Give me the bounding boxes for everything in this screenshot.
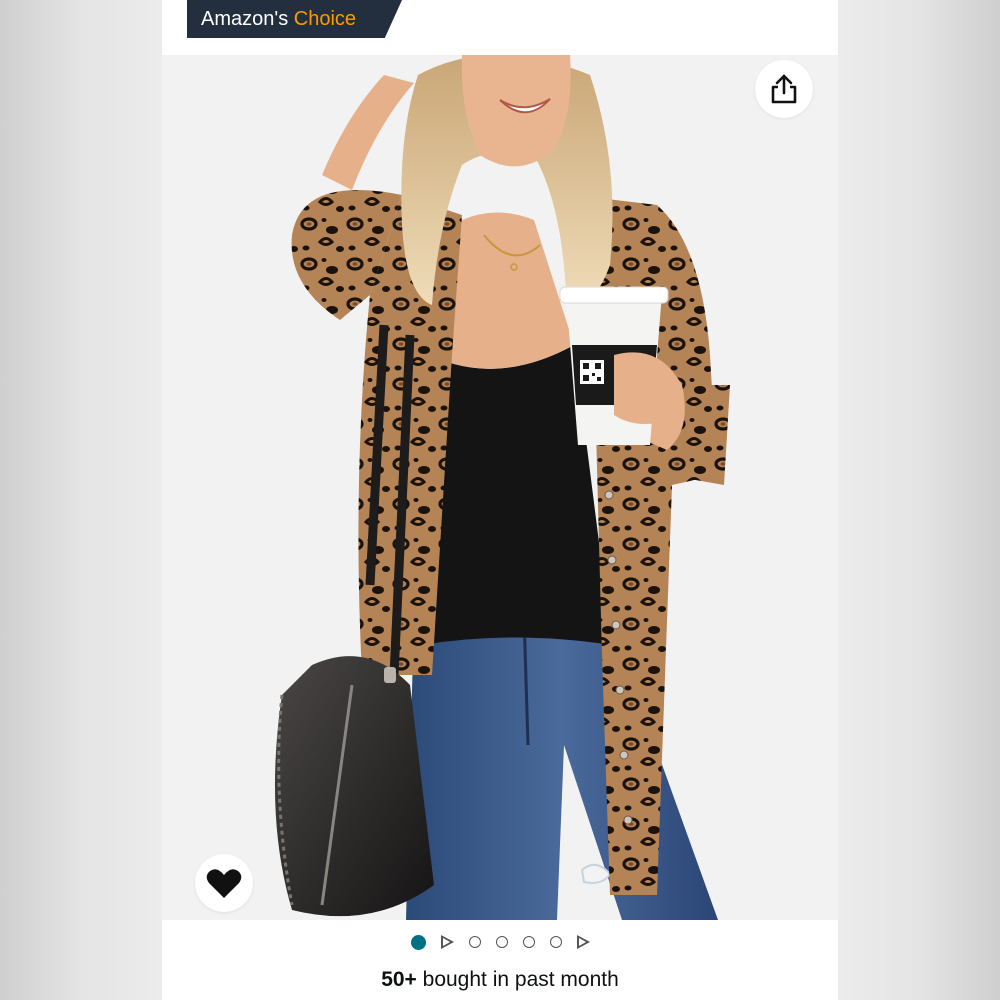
carousel-dot-active[interactable] xyxy=(410,934,426,950)
video-indicator-icon[interactable] xyxy=(440,935,454,949)
purchase-count-label: bought in past month xyxy=(416,968,619,991)
purchase-count: 50+ xyxy=(381,968,417,991)
badge-prefix: Amazon's xyxy=(201,7,289,30)
amazons-choice-badge: Amazon's Choice xyxy=(187,0,402,38)
badge-highlight: Choice xyxy=(293,7,357,30)
carousel-dot[interactable] xyxy=(468,936,481,948)
share-button[interactable] xyxy=(755,60,813,118)
carousel-dot[interactable] xyxy=(549,936,562,948)
heart-icon xyxy=(206,869,242,898)
carousel-dot[interactable] xyxy=(522,936,535,948)
product-image[interactable] xyxy=(162,55,838,920)
wishlist-button[interactable] xyxy=(195,854,253,912)
product-page: Amazon's Choice 50+ bought in past month xyxy=(162,0,838,1000)
share-icon xyxy=(771,74,797,104)
purchase-count-text: 50+ bought in past month xyxy=(162,968,838,992)
carousel-dot[interactable] xyxy=(495,936,508,948)
carousel-indicators xyxy=(162,930,838,954)
video-indicator-icon[interactable] xyxy=(576,935,590,949)
